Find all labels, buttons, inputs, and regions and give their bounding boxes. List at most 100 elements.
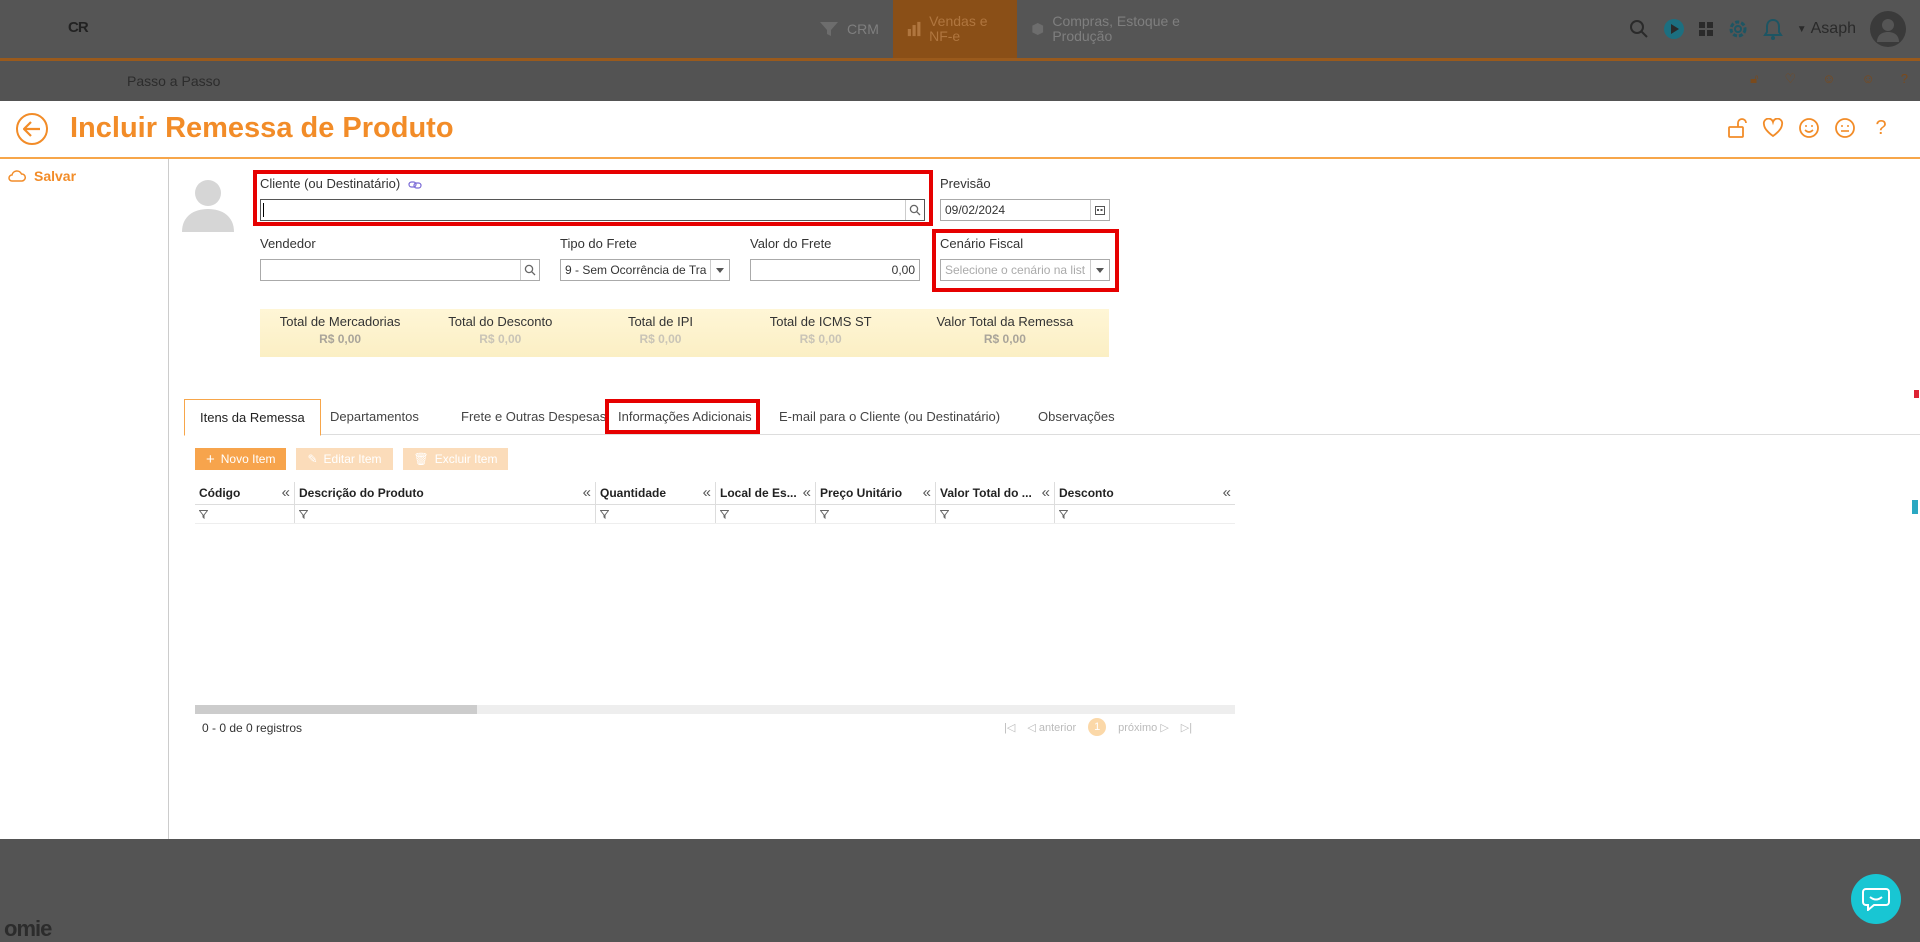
col-local-estoque[interactable]: Local de Es... « xyxy=(716,482,816,504)
smile-icon[interactable] xyxy=(1798,117,1820,139)
collapse-icon[interactable]: « xyxy=(703,482,711,504)
chat-button[interactable] xyxy=(1851,874,1901,924)
chevron-down-icon: ▼ xyxy=(1796,23,1807,35)
smile-icon[interactable]: ☺ xyxy=(1822,71,1835,87)
collapse-icon[interactable]: « xyxy=(282,482,290,504)
save-button-label: Salvar xyxy=(34,168,77,184)
nav-compras[interactable]: Compras, Estoque e Produção xyxy=(1017,0,1195,58)
search-icon[interactable] xyxy=(1629,19,1649,39)
page-title: Incluir Remessa de Produto xyxy=(70,112,454,144)
col-label: Valor Total do ... xyxy=(940,486,1032,500)
user-name: Asaph xyxy=(1810,20,1856,37)
col-desconto[interactable]: Desconto « xyxy=(1055,482,1235,504)
chart-icon xyxy=(907,21,921,37)
first-page-icon[interactable]: |◁ xyxy=(1004,721,1015,734)
col-codigo[interactable]: Código « xyxy=(195,482,295,504)
help-icon[interactable]: ? xyxy=(1870,117,1892,139)
current-page[interactable]: 1 xyxy=(1088,718,1107,736)
form-content: Cliente (ou Destinatário) Previsão 09/02… xyxy=(169,159,1920,839)
scrollbar-thumb[interactable] xyxy=(195,705,477,714)
col-quantidade[interactable]: Quantidade « xyxy=(596,482,716,504)
neutral-face-icon[interactable]: ☺ xyxy=(1861,71,1874,87)
help-icon[interactable]: ? xyxy=(1901,71,1908,87)
horizontal-scrollbar[interactable] xyxy=(195,705,1235,714)
tab-email-cliente[interactable]: E-mail para o Cliente (ou Destinatário) xyxy=(764,399,1015,434)
total-label: Total de ICMS ST xyxy=(769,314,872,329)
chevron-down-icon[interactable] xyxy=(710,260,729,280)
collapse-icon[interactable]: « xyxy=(583,482,591,504)
col-valor-total[interactable]: Valor Total do ... « xyxy=(936,482,1055,504)
user-menu[interactable]: ▼ Asaph xyxy=(1797,20,1856,38)
total-desconto: Total do Desconto R$ 0,00 xyxy=(420,309,580,357)
filter-icon[interactable] xyxy=(195,505,295,523)
col-descricao[interactable]: Descrição do Produto « xyxy=(295,482,596,504)
cliente-input[interactable] xyxy=(260,199,925,221)
edge-widget[interactable] xyxy=(1912,500,1918,514)
collapse-icon[interactable]: « xyxy=(1042,482,1050,504)
col-preco-unitario[interactable]: Preço Unitário « xyxy=(816,482,936,504)
tab-frete-outras-despesas[interactable]: Frete e Outras Despesas xyxy=(446,399,621,434)
heart-icon[interactable]: ♡ xyxy=(1785,71,1797,87)
total-ipi: Total de IPI R$ 0,00 xyxy=(580,309,740,357)
edit-item-button[interactable]: ✎ Editar Item xyxy=(296,448,393,470)
filter-icon[interactable] xyxy=(936,505,1055,523)
cenario-fiscal-select[interactable]: Selecione o cenário na list xyxy=(940,259,1110,281)
step-by-step-link[interactable]: Passo a Passo xyxy=(127,73,220,89)
previsao-date-input[interactable]: 09/02/2024 xyxy=(940,199,1110,221)
neutral-face-icon[interactable] xyxy=(1834,117,1856,139)
gear-icon[interactable] xyxy=(1727,18,1749,40)
back-button[interactable] xyxy=(16,113,48,145)
col-label: Desconto xyxy=(1059,486,1114,500)
tab-departamentos[interactable]: Departamentos xyxy=(315,399,434,434)
delete-item-button[interactable]: 🗑︎ Excluir Item xyxy=(402,448,509,470)
cenario-placeholder: Selecione o cenário na list xyxy=(945,263,1086,277)
calendar-icon[interactable] xyxy=(1090,200,1109,220)
last-page-icon[interactable]: ▷| xyxy=(1181,721,1192,734)
filter-icon[interactable] xyxy=(716,505,816,523)
prev-page-button[interactable]: ◁ anterior xyxy=(1027,721,1076,734)
save-button[interactable]: Salvar xyxy=(8,168,76,184)
funnel-icon xyxy=(820,22,838,36)
tab-itens-remessa[interactable]: Itens da Remessa xyxy=(184,399,321,436)
play-icon[interactable] xyxy=(1663,18,1685,40)
filter-icon[interactable] xyxy=(816,505,936,523)
new-item-button[interactable]: + Novo Item xyxy=(195,448,287,470)
bell-icon[interactable] xyxy=(1762,18,1783,40)
nav-crm-label: CRM xyxy=(847,20,879,37)
next-page-button[interactable]: próximo ▷ xyxy=(1118,721,1169,734)
collapse-icon[interactable]: « xyxy=(1223,482,1231,504)
apps-grid-icon[interactable] xyxy=(1698,22,1713,36)
heart-icon[interactable] xyxy=(1762,117,1784,139)
page-header: Incluir Remessa de Produto ? xyxy=(0,101,1920,159)
link-icon[interactable] xyxy=(408,180,422,190)
collapse-icon[interactable]: « xyxy=(923,482,931,504)
unlock-icon[interactable] xyxy=(1726,117,1748,139)
user-avatar[interactable] xyxy=(1870,11,1906,47)
total-label: Valor Total da Remessa xyxy=(936,314,1074,329)
search-icon[interactable] xyxy=(520,260,539,280)
tipo-frete-value: 9 - Sem Ocorrência de Tra xyxy=(565,263,707,277)
nav-compras-label: Compras, Estoque e Produção xyxy=(1052,13,1180,44)
tipo-frete-select[interactable]: 9 - Sem Ocorrência de Tra xyxy=(560,259,730,281)
chat-bubble-icon xyxy=(1862,888,1890,911)
nav-vendas[interactable]: Vendas e NF-e xyxy=(892,0,1017,58)
chevron-down-icon[interactable] xyxy=(1090,260,1109,280)
cloud-icon xyxy=(8,170,26,182)
box-icon xyxy=(1032,22,1043,36)
valor-frete-input[interactable]: 0,00 xyxy=(750,259,920,281)
filter-icon[interactable] xyxy=(295,505,596,523)
search-icon[interactable] xyxy=(905,200,924,220)
total-remessa: Valor Total da Remessa R$ 0,00 xyxy=(901,309,1109,357)
collapse-icon[interactable]: « xyxy=(803,482,811,504)
vendedor-input[interactable] xyxy=(260,259,540,281)
new-item-label: Novo Item xyxy=(220,452,276,466)
filter-icon[interactable] xyxy=(1055,505,1235,523)
filter-icon[interactable] xyxy=(596,505,716,523)
col-label: Local de Es... xyxy=(720,486,797,500)
nav-crm[interactable]: CRM xyxy=(805,0,893,58)
unlock-icon[interactable]: 🔓︎ xyxy=(1750,71,1758,87)
company-logo[interactable]: CR xyxy=(68,19,89,36)
total-label: Total de Mercadorias xyxy=(279,314,401,329)
informacoes-highlight xyxy=(605,399,760,434)
tab-observacoes[interactable]: Observações xyxy=(1023,399,1130,434)
